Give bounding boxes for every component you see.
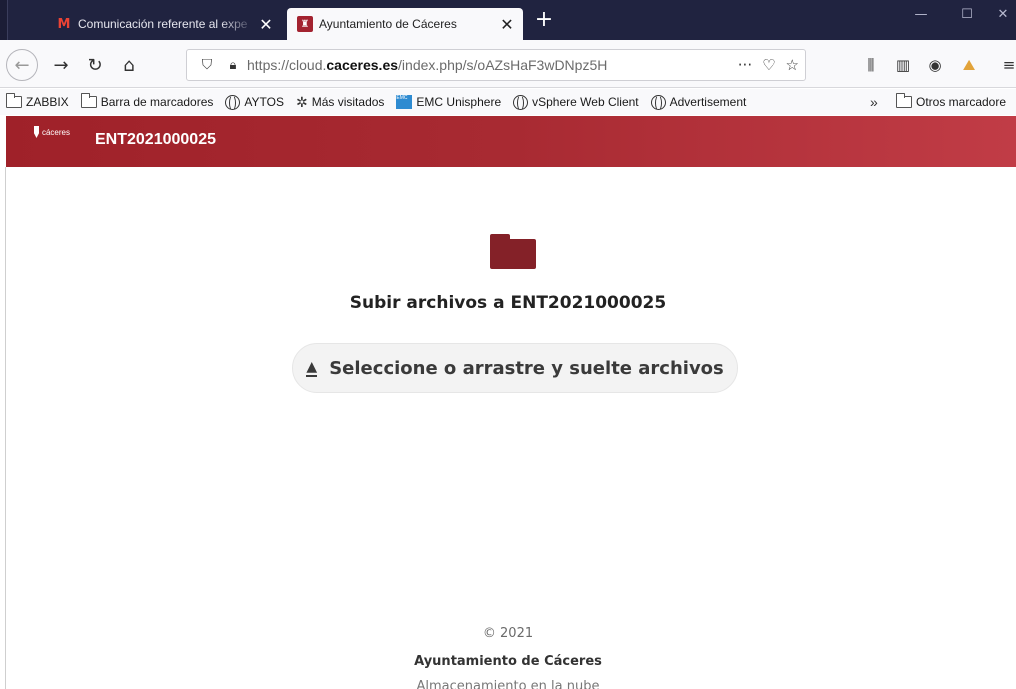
upload-title: Subir archivos a ENT2021000025 (349, 293, 667, 313)
menu-icon[interactable]: ≡ (996, 52, 1016, 78)
sidebar-icon[interactable]: ▥ (890, 52, 916, 78)
minimize-icon[interactable]: — (898, 0, 944, 32)
select-files-label: Seleccione o arrastre y suelte archivos (329, 357, 724, 379)
maximize-icon[interactable]: ☐ (944, 0, 990, 32)
tracking-shield-icon[interactable]: ⛉ (195, 57, 219, 73)
tab-ayuntamiento[interactable]: ♜ Ayuntamiento de Cáceres ✕ (287, 8, 523, 40)
bookmark-label: vSphere Web Client (532, 95, 639, 109)
bookmark-mas-visitados[interactable]: ✲ Más visitados (296, 94, 384, 111)
tab-strip-edge (0, 0, 8, 40)
bookmarks-overflow-icon[interactable]: » (870, 89, 878, 115)
account-icon[interactable]: ◉ (922, 52, 948, 78)
folder-icon (80, 93, 97, 108)
gear-icon: ✲ (295, 93, 308, 110)
tab-title: Ayuntamiento de Cáceres (319, 17, 457, 31)
footer-organization: Ayuntamiento de Cáceres (414, 654, 602, 669)
footer-copyright: © 2021 (482, 626, 534, 641)
bookmark-label: Otros marcadore (916, 95, 1007, 109)
gmail-icon: M (57, 16, 71, 32)
back-arrow-icon[interactable]: ← (6, 49, 38, 81)
extension-icon[interactable]: ⛰ (956, 52, 982, 78)
navigation-bar: ← → ↻ ⌂ ⛉ 🔒︎ https://cloud.caceres.es/in… (0, 40, 1016, 88)
app-logo[interactable]: cáceres (34, 123, 70, 141)
url-bar[interactable]: ⛉ 🔒︎ https://cloud.caceres.es/index.php/… (186, 49, 806, 81)
page-actions-icon[interactable]: ··· (738, 56, 752, 74)
bookmark-aytos[interactable]: AYTOS (225, 94, 284, 111)
home-icon[interactable]: ⌂ (116, 52, 142, 78)
globe-icon (225, 94, 241, 111)
tab-title: Comunicación referente al expe (78, 17, 248, 31)
folder-icon (6, 93, 22, 108)
logo-text: cáceres (41, 127, 70, 137)
globe-icon (513, 94, 529, 111)
bookmark-label: Advertisement (669, 95, 747, 109)
reload-icon[interactable]: ↻ (82, 52, 108, 78)
bookmark-label: AYTOS (244, 95, 284, 109)
tab-close-icon[interactable]: ✕ (256, 15, 276, 34)
bookmark-otros-marcadores[interactable]: Otros marcadore (896, 89, 1006, 115)
bookmark-label: Más visitados (311, 95, 385, 109)
new-tab-button[interactable]: + (530, 6, 558, 34)
caceres-crest-icon: ♜ (297, 16, 313, 32)
library-icon[interactable]: ⫼ (858, 52, 884, 78)
emc-icon: EMC (396, 95, 413, 109)
folder-icon (490, 234, 536, 269)
forward-arrow-icon[interactable]: → (48, 52, 74, 78)
footer-subtitle: Almacenamiento en la nube (416, 679, 600, 689)
bookmark-label: Barra de marcadores (100, 95, 214, 109)
bookmark-emc-unisphere[interactable]: EMC EMC Unisphere (396, 95, 501, 109)
content-edge (5, 167, 6, 689)
window-close-icon[interactable]: ✕ (990, 0, 1016, 32)
globe-icon (650, 94, 666, 111)
lock-icon[interactable]: 🔒︎ (223, 58, 243, 73)
pocket-icon[interactable]: ♡ (762, 56, 775, 74)
bookmarks-bar: ZABBIX Barra de marcadores AYTOS ✲ Más v… (0, 89, 1016, 115)
header-title: ENT2021000025 (95, 131, 216, 148)
bookmark-barra-marcadores[interactable]: Barra de marcadores (80, 93, 214, 109)
url-text[interactable]: https://cloud.caceres.es/index.php/s/oAZ… (247, 57, 607, 73)
upload-icon: ▲ (306, 358, 318, 377)
tab-gmail[interactable]: M Comunicación referente al expe ✕ (46, 8, 282, 40)
bookmark-star-icon[interactable]: ☆ (786, 56, 799, 74)
caceres-crest-icon (34, 126, 39, 138)
bookmark-advertisement[interactable]: Advertisement (650, 94, 747, 111)
bookmark-vsphere[interactable]: vSphere Web Client (513, 94, 639, 111)
select-files-button[interactable]: ▲ Seleccione o arrastre y suelte archivo… (292, 343, 738, 393)
bookmark-label: EMC Unisphere (416, 95, 502, 109)
bookmark-zabbix[interactable]: ZABBIX (6, 93, 69, 109)
tab-strip: M Comunicación referente al expe ✕ ♜ Ayu… (0, 0, 1016, 40)
folder-icon (896, 93, 912, 108)
tab-close-icon[interactable]: ✕ (497, 15, 517, 34)
bookmark-label: ZABBIX (26, 95, 69, 109)
